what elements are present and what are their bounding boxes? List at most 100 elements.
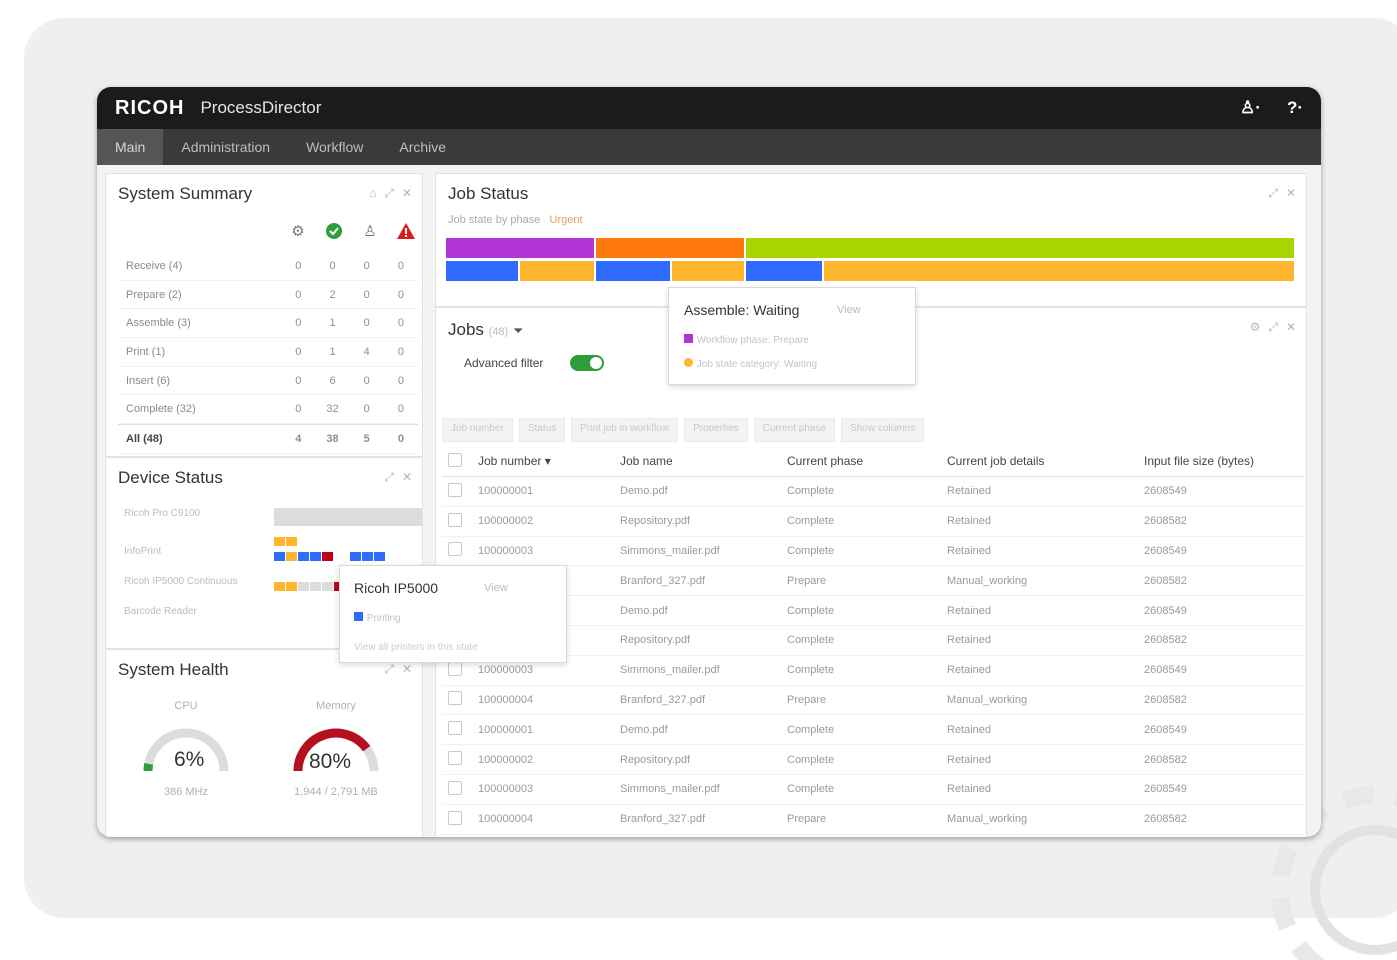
- device-row[interactable]: Barcode Reader: [124, 606, 197, 617]
- row-checkbox[interactable]: [448, 691, 462, 706]
- state-bar[interactable]: [746, 261, 822, 281]
- table-row[interactable]: 100000001Demo.pdfCompleteRetained2608549: [442, 834, 1304, 837]
- summary-count[interactable]: 0: [384, 433, 418, 445]
- summary-count[interactable]: 32: [315, 403, 349, 415]
- close-icon[interactable]: ✕: [402, 470, 412, 485]
- close-icon[interactable]: ✕: [402, 186, 412, 201]
- summary-row[interactable]: Prepare (2) 0 2 0 0: [118, 281, 418, 310]
- summary-count[interactable]: 0: [350, 403, 384, 415]
- settings-icon[interactable]: ⚙: [1250, 320, 1261, 335]
- device-tooltip-view-link[interactable]: View: [484, 582, 508, 594]
- tooltip-view-link[interactable]: View: [837, 304, 861, 316]
- table-row[interactable]: 100000003 Simmons_mailer.pdf Complete Retai…: [442, 774, 1304, 805]
- summary-row[interactable]: Insert (6) 0 6 0 0: [118, 367, 418, 396]
- summary-count[interactable]: 0: [384, 403, 418, 415]
- table-row[interactable]: 100000004Branford_327.pdfPrepareManual_w…: [442, 804, 1304, 835]
- phase-bar-receive[interactable]: [446, 238, 594, 258]
- summary-count[interactable]: 0: [350, 317, 384, 329]
- state-bar[interactable]: [446, 261, 518, 281]
- phase-bar-complete[interactable]: [746, 238, 1294, 258]
- filter-tab[interactable]: Properties: [684, 418, 748, 442]
- filter-tab[interactable]: Status: [518, 418, 566, 442]
- sort-down-icon[interactable]: ▾: [545, 454, 551, 468]
- menu-archive[interactable]: Archive: [381, 129, 464, 165]
- expand-icon[interactable]: ⤢: [384, 662, 394, 677]
- table-row[interactable]: 100000002Repository.pdfCompleteRetained2…: [442, 744, 1304, 775]
- summary-count[interactable]: 38: [315, 433, 349, 445]
- table-row[interactable]: 100000001Demo.pdfCompleteRetained2608549: [442, 595, 1304, 626]
- menu-administration[interactable]: Administration: [163, 129, 288, 165]
- expand-icon[interactable]: ⤢: [384, 470, 394, 485]
- summary-count[interactable]: 5: [350, 433, 384, 445]
- summary-row[interactable]: Complete (32) 0 32 0 0: [118, 395, 418, 425]
- row-checkbox[interactable]: [448, 721, 462, 736]
- row-checkbox[interactable]: [448, 751, 462, 766]
- summary-count[interactable]: 0: [350, 375, 384, 387]
- state-bar[interactable]: [596, 261, 670, 281]
- summary-row[interactable]: Assemble (3) 0 1 0 0: [118, 309, 418, 339]
- summary-count[interactable]: 0: [384, 375, 418, 387]
- device-tooltip-footer[interactable]: View all printers in this state: [354, 642, 478, 653]
- menu-workflow[interactable]: Workflow: [288, 129, 381, 165]
- summary-count[interactable]: 0: [384, 260, 418, 272]
- table-row[interactable]: 100000002Repository.pdfCompleteRetained2…: [442, 506, 1304, 537]
- close-icon[interactable]: ✕: [1286, 320, 1296, 335]
- filter-tab[interactable]: Job number: [442, 418, 513, 442]
- column-current-phase[interactable]: Current phase: [786, 446, 946, 477]
- summary-count[interactable]: 0: [350, 260, 384, 272]
- row-checkbox[interactable]: [448, 512, 462, 527]
- close-icon[interactable]: ✕: [402, 662, 412, 677]
- state-bar[interactable]: [672, 261, 744, 281]
- column-job-name[interactable]: Job name: [619, 446, 786, 477]
- summary-count[interactable]: 6: [315, 375, 349, 387]
- state-bar[interactable]: [520, 261, 594, 281]
- summary-count[interactable]: 1: [315, 346, 349, 358]
- device-row[interactable]: Ricoh IP5000 Continuous: [124, 576, 237, 587]
- table-row[interactable]: 100000002Repository.pdfCompleteRetained2…: [442, 625, 1304, 656]
- home-icon[interactable]: ⌂: [369, 186, 376, 201]
- device-row[interactable]: InfoPrint: [124, 546, 161, 557]
- table-row[interactable]: 100000001Demo.pdfCompleteRetained2608549: [442, 714, 1304, 746]
- summary-count[interactable]: 0: [281, 346, 315, 358]
- summary-count[interactable]: 0: [315, 260, 349, 272]
- row-checkbox[interactable]: [448, 482, 462, 497]
- summary-count[interactable]: 4: [281, 433, 315, 445]
- device-row[interactable]: Ricoh Pro C9100: [124, 508, 200, 519]
- summary-count[interactable]: 1: [315, 317, 349, 329]
- summary-count[interactable]: 0: [281, 317, 315, 329]
- row-checkbox[interactable]: [448, 542, 462, 557]
- urgent-link[interactable]: Urgent: [550, 214, 583, 226]
- summary-count[interactable]: 0: [384, 289, 418, 301]
- summary-row[interactable]: Print (1) 0 1 4 0: [118, 338, 418, 367]
- summary-count[interactable]: 0: [281, 260, 315, 272]
- expand-icon[interactable]: ⤢: [1268, 320, 1278, 335]
- table-row[interactable]: 100000001Demo.pdfCompleteRetained2608549: [442, 476, 1304, 507]
- column-job-number[interactable]: Job number ▾: [477, 446, 619, 477]
- summary-count[interactable]: 0: [281, 289, 315, 301]
- select-all-checkbox[interactable]: [448, 452, 462, 467]
- phase-bar-prepare[interactable]: [596, 238, 744, 258]
- state-bar[interactable]: [824, 261, 1294, 281]
- table-row[interactable]: 100000004Branford_327.pdfPrepareManual_w…: [442, 565, 1304, 597]
- summary-count[interactable]: 2: [315, 289, 349, 301]
- table-row[interactable]: 100000004Branford_327.pdfPrepareManual_w…: [442, 685, 1304, 716]
- column-job-details[interactable]: Current job details: [946, 446, 1143, 477]
- filter-tab[interactable]: Show columns: [841, 418, 925, 442]
- menu-main[interactable]: Main: [97, 129, 164, 165]
- close-icon[interactable]: ✕: [1286, 186, 1296, 201]
- row-checkbox[interactable]: [448, 661, 462, 676]
- filter-icon[interactable]: ⏷: [513, 323, 523, 338]
- summary-row[interactable]: All (48) 4 38 5 0: [118, 424, 418, 454]
- advanced-filter-toggle[interactable]: [570, 355, 604, 371]
- table-row[interactable]: 100000003 Simmons_mailer.pdf Complete Retai…: [442, 536, 1304, 567]
- expand-icon[interactable]: ⤢: [384, 186, 394, 201]
- summary-count[interactable]: 0: [384, 346, 418, 358]
- summary-count[interactable]: 0: [281, 375, 315, 387]
- summary-count[interactable]: 0: [350, 289, 384, 301]
- summary-count[interactable]: 0: [281, 403, 315, 415]
- row-checkbox[interactable]: [448, 780, 462, 795]
- column-file-size[interactable]: Input file size (bytes): [1143, 446, 1304, 477]
- summary-row[interactable]: Receive (4) 0 0 0 0: [118, 252, 418, 281]
- table-row[interactable]: 100000003 Simmons_mailer.pdf Complete Retai…: [442, 655, 1304, 686]
- summary-count[interactable]: 0: [384, 317, 418, 329]
